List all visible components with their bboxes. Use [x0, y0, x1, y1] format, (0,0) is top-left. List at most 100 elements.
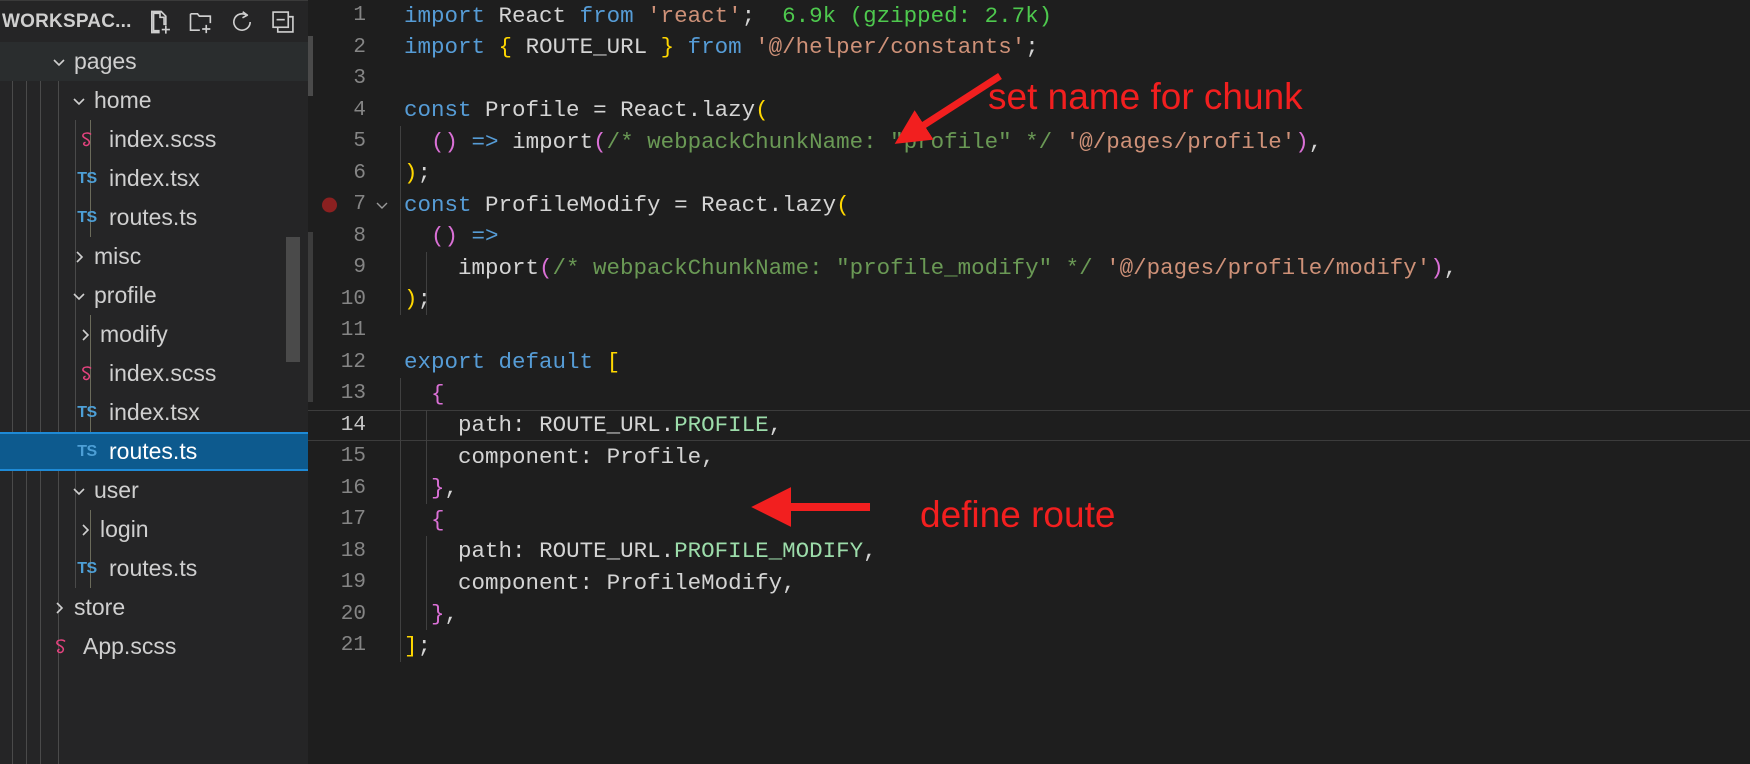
code-line-text: ); — [404, 160, 432, 187]
tree-item-store[interactable]: store — [0, 588, 308, 627]
tree-item-label: user — [94, 477, 139, 503]
code-content[interactable]: 1 import React from 'react'; 6.9k (gzippe… — [308, 0, 1750, 662]
line-number: 9 — [353, 256, 366, 280]
code-line[interactable]: 8 () => — [308, 221, 1750, 253]
tree-item-label: App.scss — [83, 633, 177, 659]
code-line-text: import { ROUTE_URL } from '@/helper/cons… — [404, 34, 1039, 61]
line-number: 4 — [353, 98, 366, 122]
code-line-text: { — [431, 506, 445, 533]
code-line[interactable]: 7 const ProfileModify = React.lazy( — [308, 189, 1750, 221]
tree-item-label: store — [74, 594, 126, 620]
tree-item-label: misc — [94, 243, 142, 269]
tree-item-label: routes.ts — [109, 555, 198, 581]
code-line[interactable]: 3 — [308, 63, 1750, 95]
tree-item-routes-ts[interactable]: TS routes.ts — [0, 432, 308, 471]
code-line[interactable]: 4 const Profile = React.lazy( — [308, 95, 1750, 127]
code-line[interactable]: 17 { — [308, 504, 1750, 536]
chevron-down-icon[interactable] — [68, 285, 90, 307]
line-number: 20 — [340, 602, 366, 626]
code-line[interactable]: 1 import React from 'react'; 6.9k (gzippe… — [308, 0, 1750, 32]
code-line[interactable]: 20 }, — [308, 599, 1750, 631]
refresh-icon[interactable] — [228, 8, 256, 36]
chevron-down-icon[interactable] — [68, 480, 90, 502]
code-line-text: import React from 'react'; 6.9k (gzipped… — [404, 2, 1053, 29]
sidebar-scrollbar-thumb[interactable] — [286, 237, 300, 362]
line-number: 11 — [340, 319, 366, 343]
typescript-file-icon: TS — [77, 169, 97, 187]
code-line-text: () => — [431, 223, 499, 250]
tree-item-label: index.scss — [109, 360, 217, 386]
code-line[interactable]: 18 path: ROUTE_URL.PROFILE_MODIFY, — [308, 536, 1750, 568]
typescript-file-icon: TS — [77, 559, 97, 577]
line-number: 1 — [353, 4, 366, 28]
tree-item-routes-ts[interactable]: TS routes.ts — [0, 549, 308, 588]
tree-item-pages[interactable]: pages — [0, 42, 308, 81]
breakpoint-icon[interactable] — [322, 197, 337, 213]
line-number: 13 — [340, 382, 366, 406]
chevron-down-icon[interactable] — [68, 90, 90, 112]
tree-item-routes-ts[interactable]: TS routes.ts — [0, 198, 308, 237]
code-line[interactable]: 16 }, — [308, 473, 1750, 505]
new-file-icon[interactable] — [146, 8, 174, 36]
line-number: 21 — [340, 634, 366, 658]
tree-item-label: index.scss — [109, 126, 217, 152]
chevron-down-icon[interactable] — [48, 51, 70, 73]
tree-item-home[interactable]: home — [0, 81, 308, 120]
line-number: 7 — [353, 193, 366, 217]
tree-item-index-scss[interactable]: index.scss — [0, 354, 308, 393]
file-tree[interactable]: pages home index.scss TS index.tsx TS routes.t… — [0, 42, 308, 764]
chevron-right-icon[interactable] — [48, 597, 70, 619]
code-line-text: const Profile = React.lazy( — [404, 97, 769, 124]
code-line-text: }, — [431, 475, 459, 502]
chevron-right-icon[interactable] — [74, 519, 96, 541]
tree-item-index-tsx[interactable]: TS index.tsx — [0, 393, 308, 432]
code-line[interactable]: 2 import { ROUTE_URL } from '@/helper/con… — [308, 32, 1750, 64]
tree-item-label: index.tsx — [109, 399, 200, 425]
tree-item-label: profile — [94, 282, 157, 308]
code-line[interactable]: 9 import(/* webpackChunkName: "profile_m… — [308, 252, 1750, 284]
line-number: 3 — [353, 67, 366, 91]
code-line[interactable]: 15 component: Profile, — [308, 441, 1750, 473]
code-line[interactable]: 21]; — [308, 630, 1750, 662]
tree-item-index-tsx[interactable]: TS index.tsx — [0, 159, 308, 198]
tree-item-label: routes.ts — [109, 204, 198, 230]
tree-item-profile[interactable]: profile — [0, 276, 308, 315]
explorer-header: WORKSPAC... — [0, 0, 308, 42]
tree-item-app-scss[interactable]: App.scss — [0, 627, 308, 666]
vscode-window: WORKSPAC... pages home index.scss TS ind… — [0, 0, 1750, 764]
code-line-text: import(/* webpackChunkName: "profile_mod… — [458, 254, 1458, 281]
code-line-text: export default [ — [404, 349, 621, 376]
new-folder-icon[interactable] — [187, 8, 215, 36]
tree-item-login[interactable]: login — [0, 510, 308, 549]
tree-item-modify[interactable]: modify — [0, 315, 308, 354]
line-number: 14 — [340, 413, 366, 437]
code-line[interactable]: 5 () => import(/* webpackChunkName: "pro… — [308, 126, 1750, 158]
typescript-file-icon: TS — [77, 208, 97, 226]
code-line[interactable]: 6); — [308, 158, 1750, 190]
tree-item-misc[interactable]: misc — [0, 237, 308, 276]
collapse-all-icon[interactable] — [269, 8, 297, 36]
code-line[interactable]: 12 export default [ — [308, 347, 1750, 379]
tree-item-index-scss[interactable]: index.scss — [0, 120, 308, 159]
line-number: 16 — [340, 476, 366, 500]
chevron-right-icon[interactable] — [74, 324, 96, 346]
code-line[interactable]: 10); — [308, 284, 1750, 316]
fold-chevron-down-icon[interactable] — [368, 196, 396, 214]
code-line-text: { — [431, 380, 445, 407]
code-line-text: () => import(/* webpackChunkName: "profi… — [431, 128, 1323, 155]
code-line-text: path: ROUTE_URL.PROFILE, — [458, 412, 783, 439]
code-line-text: path: ROUTE_URL.PROFILE_MODIFY, — [458, 538, 877, 565]
chevron-right-icon[interactable] — [68, 246, 90, 268]
code-line-text: component: Profile, — [458, 443, 715, 470]
typescript-file-icon: TS — [77, 403, 97, 421]
code-editor[interactable]: 1 import React from 'react'; 6.9k (gzippe… — [308, 0, 1750, 764]
code-line[interactable]: 14 path: ROUTE_URL.PROFILE, — [308, 409, 1750, 441]
tree-item-user[interactable]: user — [0, 471, 308, 510]
explorer-actions — [146, 8, 297, 36]
line-number: 18 — [340, 539, 366, 563]
code-line[interactable]: 11 — [308, 315, 1750, 347]
line-number: 17 — [340, 508, 366, 532]
code-line[interactable]: 13 { — [308, 378, 1750, 410]
code-line[interactable]: 19 component: ProfileModify, — [308, 567, 1750, 599]
typescript-file-icon: TS — [77, 442, 97, 460]
